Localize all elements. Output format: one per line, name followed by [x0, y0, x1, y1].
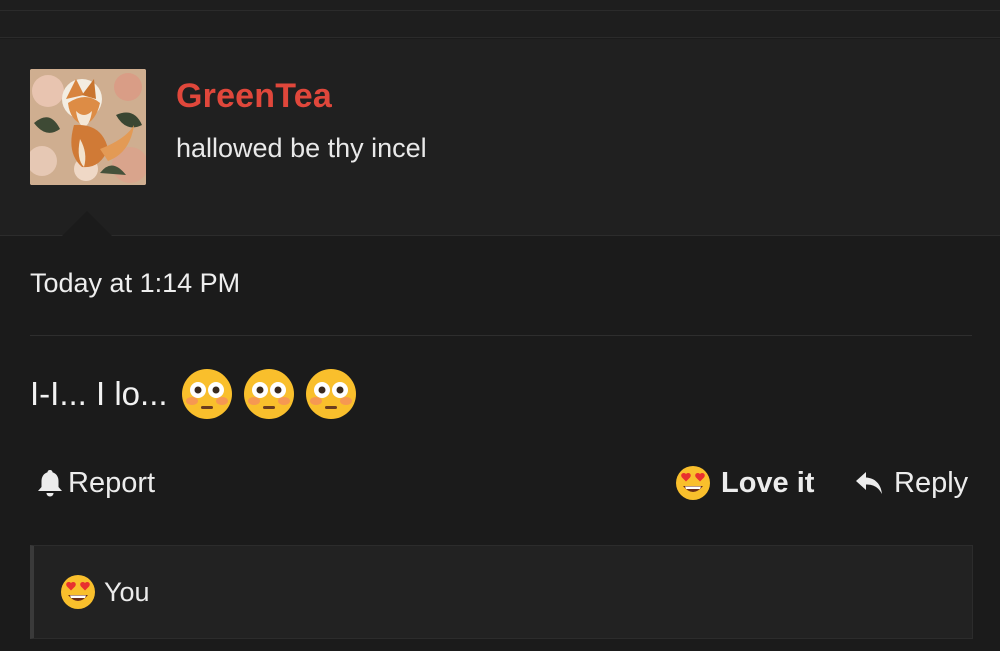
post-date[interactable]: Today at 1:14 PM [30, 268, 240, 299]
report-button[interactable]: Report [36, 460, 155, 506]
flushed-face-emoji [180, 367, 234, 421]
reactions-bar[interactable]: You [30, 545, 973, 639]
user-avatar[interactable] [30, 69, 146, 185]
reply-arrow-icon [854, 469, 884, 497]
reaction-user-list[interactable]: You [104, 577, 150, 608]
reply-label: Reply [894, 466, 969, 499]
username[interactable]: GreenTea [176, 77, 332, 116]
love-it-label: Love it [721, 466, 815, 499]
heart-eyes-emoji-icon [675, 465, 711, 501]
top-strip [0, 0, 1000, 38]
flushed-face-emoji [304, 367, 358, 421]
post-user-header: GreenTea hallowed be thy incel [0, 39, 1000, 236]
avatar-pointer [62, 211, 112, 236]
heart-eyes-emoji-icon [60, 574, 96, 610]
report-label: Report [68, 466, 156, 499]
love-it-button[interactable]: Love it [675, 460, 814, 506]
message-text: I-I... I lo... [30, 375, 168, 412]
post-message: I-I... I lo... [30, 366, 358, 422]
post-divider [30, 335, 972, 336]
user-title: hallowed be thy incel [176, 133, 427, 163]
bell-icon [36, 468, 64, 498]
reply-button[interactable]: Reply [854, 460, 968, 506]
flushed-face-emoji [242, 367, 296, 421]
